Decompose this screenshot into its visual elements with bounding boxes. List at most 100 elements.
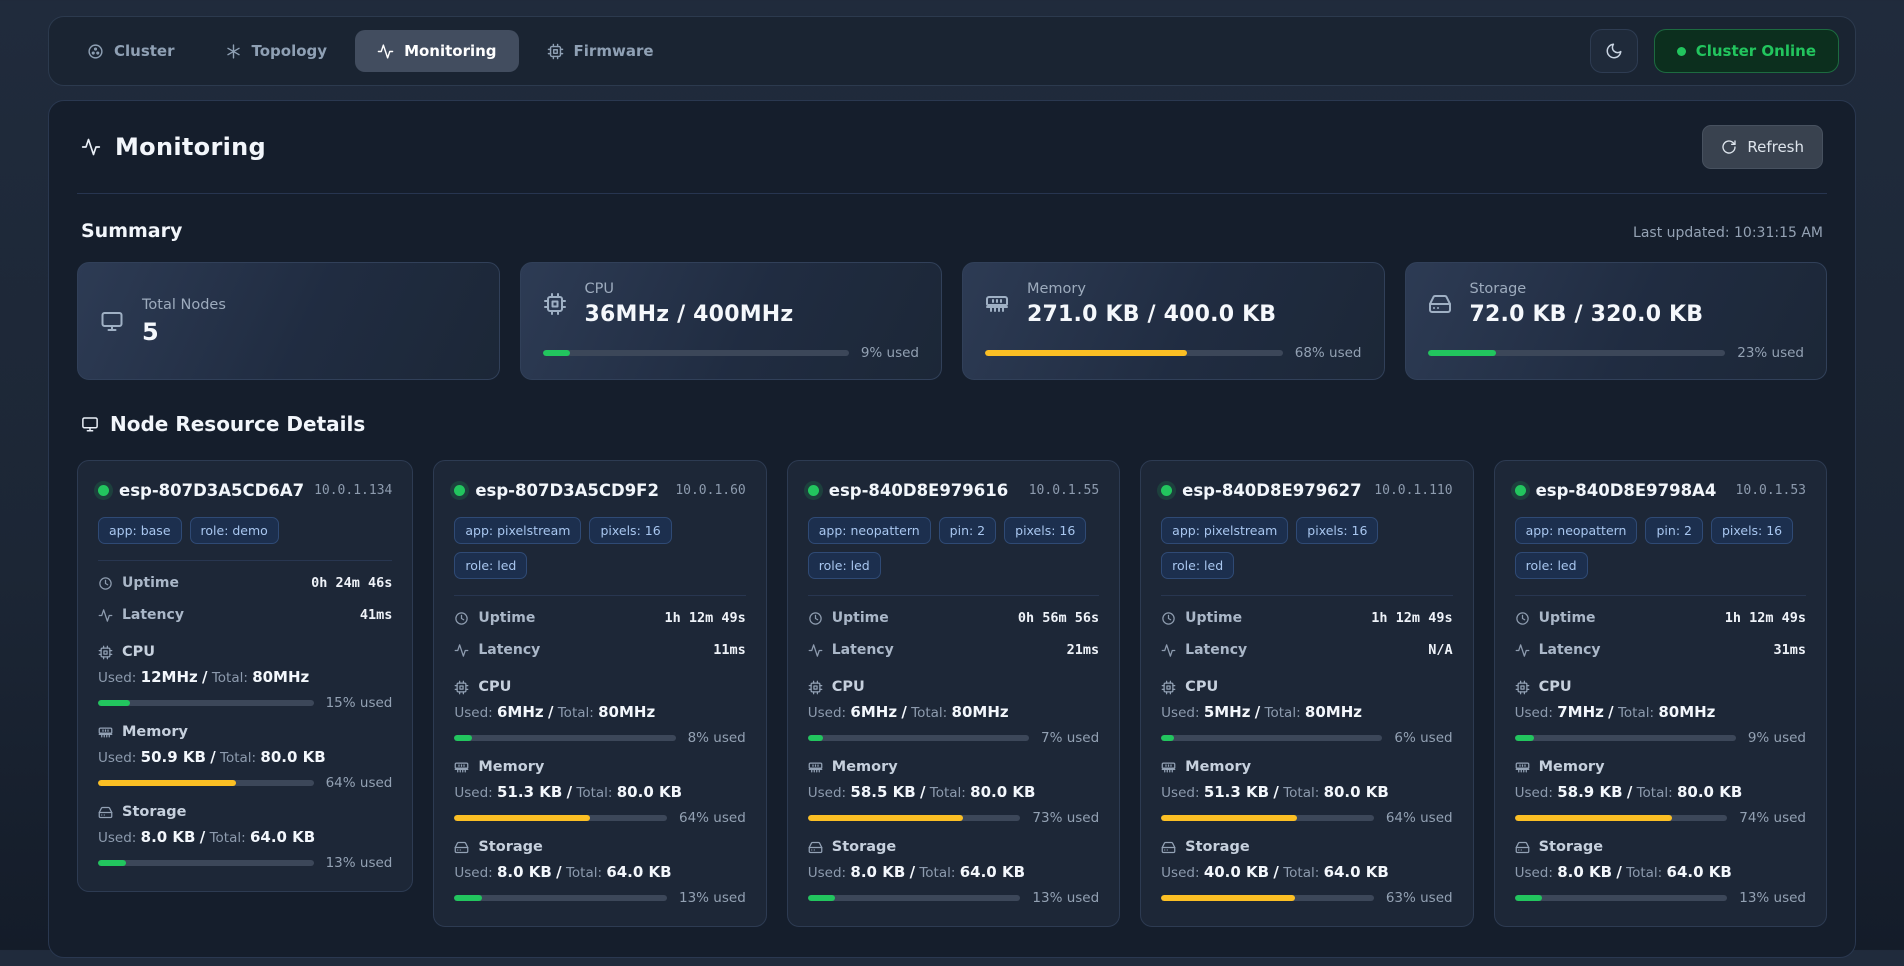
storage-used-value: 8.0 KB — [141, 828, 196, 846]
used-label: Used: — [98, 670, 136, 686]
storage-total-value: 64.0 KB — [250, 828, 315, 846]
clock-icon — [98, 576, 113, 591]
node-name: esp-840D8E979627 — [1182, 481, 1361, 500]
total-label: Total: — [1637, 785, 1673, 801]
node-tags: app: pixelstreampixels: 16role: led — [1161, 517, 1452, 579]
memory-progress-bar-fill — [454, 815, 590, 821]
separator: / — [1616, 863, 1621, 881]
memory-icon — [98, 725, 113, 740]
cpu-progress-bar-fill — [1161, 735, 1174, 741]
uptime-row: Uptime 1h 12m 49s — [1515, 602, 1806, 634]
total-label: Total: — [212, 670, 248, 686]
percent-used-label: 9% used — [861, 345, 919, 361]
clock-icon — [1515, 611, 1530, 626]
activity-icon — [1161, 643, 1176, 658]
memory-label: Memory — [478, 759, 544, 775]
storage-progress-bar-fill — [98, 860, 126, 866]
summary-section-head: Summary Last updated: 10:31:15 AM — [77, 220, 1827, 242]
node-online-dot-icon — [1515, 485, 1526, 496]
storage-progress-bar — [454, 895, 667, 901]
cpu-progress-bar-fill — [1515, 735, 1535, 741]
tab-topology[interactable]: Topology — [203, 30, 350, 72]
cluster-status-button[interactable]: Cluster Online — [1654, 29, 1839, 73]
storage-section: Storage Used: 8.0 KB / Total: 64.0 KB 13… — [454, 839, 745, 906]
summary-card: Storage 72.0 KB / 320.0 KB 23% used — [1405, 262, 1828, 380]
node-tag: app: pixelstream — [454, 517, 581, 544]
total-label: Total: — [210, 830, 246, 846]
separator: / — [202, 668, 207, 686]
page-title: Monitoring — [81, 133, 266, 161]
progress-bar — [985, 350, 1283, 356]
node-stat-rows: Uptime 1h 12m 49s Latency 11ms — [454, 595, 745, 666]
cpu-total-value: 80MHz — [252, 668, 309, 686]
tab-monitoring[interactable]: Monitoring — [355, 30, 518, 72]
node-card: esp-840D8E979627 10.0.1.110 app: pixelst… — [1140, 460, 1473, 927]
separator: / — [1273, 863, 1278, 881]
node-online-dot-icon — [808, 485, 819, 496]
cpu-used-value: 7MHz — [1557, 703, 1604, 721]
tab-label: Firmware — [574, 42, 654, 60]
memory-icon — [1161, 760, 1176, 775]
last-updated-label: Last updated: 10:31:15 AM — [1633, 225, 1823, 241]
tab-firmware[interactable]: Firmware — [525, 30, 676, 72]
node-tag: app: base — [98, 517, 182, 544]
theme-toggle-button[interactable] — [1590, 29, 1638, 73]
refresh-icon — [1721, 139, 1737, 155]
separator: / — [1627, 783, 1632, 801]
memory-label: Memory — [1539, 759, 1605, 775]
node-tag: app: neopattern — [808, 517, 931, 544]
node-tags: app: pixelstreampixels: 16role: led — [454, 517, 745, 579]
latency-row: Latency N/A — [1161, 634, 1452, 666]
separator: / — [910, 863, 915, 881]
cpu-total-value: 80MHz — [1658, 703, 1715, 721]
cpu-total-value: 80MHz — [952, 703, 1009, 721]
total-label: Total: — [911, 705, 947, 721]
cpu-progress-bar — [1515, 735, 1736, 741]
separator: / — [210, 748, 215, 766]
total-label: Total: — [1618, 705, 1654, 721]
total-label: Total: — [1265, 705, 1301, 721]
page-title-text: Monitoring — [115, 133, 266, 161]
node-header: esp-840D8E9798A4 10.0.1.53 — [1515, 481, 1806, 500]
used-label: Used: — [1161, 865, 1199, 881]
summary-card-label: CPU — [585, 281, 794, 297]
cpu-total-value: 80MHz — [1305, 703, 1362, 721]
uptime-label: Uptime — [122, 575, 179, 591]
cpu-section: CPU Used: 12MHz / Total: 80MHz 15% used — [98, 644, 392, 711]
used-label: Used: — [98, 830, 136, 846]
refresh-button[interactable]: Refresh — [1702, 125, 1823, 169]
node-name: esp-840D8E9798A4 — [1536, 481, 1717, 500]
summary-grid: Total Nodes 5 CPU 36MHz / 400MHz 9% used… — [77, 262, 1827, 380]
summary-card-label: Storage — [1470, 281, 1704, 297]
total-label: Total: — [220, 750, 256, 766]
separator: / — [1608, 703, 1613, 721]
progress-bar-fill — [985, 350, 1187, 356]
total-label: Total: — [1626, 865, 1662, 881]
cpu-percent-label: 15% used — [326, 695, 393, 711]
node-header: esp-840D8E979616 10.0.1.55 — [808, 481, 1099, 500]
uptime-label: Uptime — [478, 610, 535, 626]
latency-row: Latency 11ms — [454, 634, 745, 666]
latency-label: Latency — [122, 607, 184, 623]
activity-icon — [1515, 643, 1530, 658]
cpu-percent-label: 6% used — [1394, 730, 1452, 746]
uptime-value: 1h 12m 49s — [664, 610, 745, 626]
separator: / — [567, 783, 572, 801]
cpu-used-value: 5MHz — [1204, 703, 1251, 721]
chip-icon — [98, 645, 113, 660]
moon-icon — [1605, 42, 1623, 60]
latency-row: Latency 21ms — [808, 634, 1099, 666]
percent-used-label: 68% used — [1295, 345, 1362, 361]
latency-value: N/A — [1428, 642, 1452, 658]
harddrive-icon — [1161, 840, 1176, 855]
cpu-section: CPU Used: 7MHz / Total: 80MHz 9% used — [1515, 679, 1806, 746]
storage-section: Storage Used: 40.0 KB / Total: 64.0 KB 6… — [1161, 839, 1452, 906]
summary-heading: Summary — [81, 220, 182, 242]
total-label: Total: — [576, 785, 612, 801]
summary-card-label: Memory — [1027, 281, 1276, 297]
uptime-value: 1h 12m 49s — [1725, 610, 1806, 626]
tab-cluster[interactable]: Cluster — [65, 30, 197, 72]
uptime-value: 1h 12m 49s — [1371, 610, 1452, 626]
storage-progress-bar — [1515, 895, 1728, 901]
progress-bar — [543, 350, 849, 356]
